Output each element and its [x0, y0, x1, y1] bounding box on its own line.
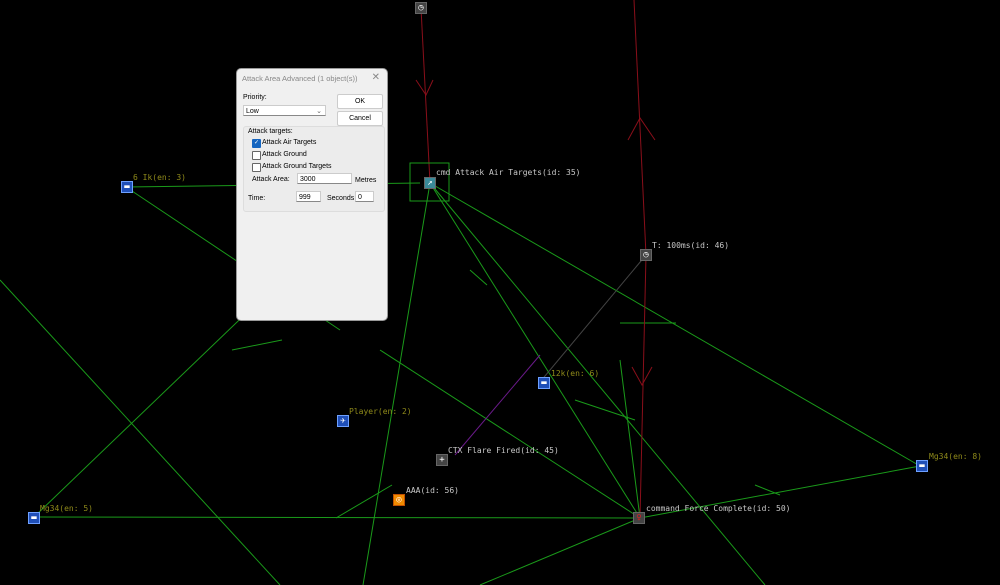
- priority-value: Low: [246, 108, 259, 115]
- arrow: [627, 117, 656, 141]
- plane-icon[interactable]: ✈: [337, 415, 349, 427]
- attack-ground-checkbox[interactable]: [252, 151, 261, 160]
- attack-area-dialog: Attack Area Advanced (1 object(s)) ✕ Pri…: [236, 68, 388, 321]
- attack-area-input[interactable]: 3000: [297, 173, 352, 184]
- attack-air-targets-checkbox[interactable]: ✓: [252, 139, 261, 148]
- arrow: [335, 484, 393, 519]
- link: [429, 182, 921, 467]
- arrow: [754, 484, 781, 496]
- arrow: [631, 366, 653, 387]
- dialog-title: Attack Area Advanced (1 object(s)): [242, 74, 358, 83]
- attack-area-label: Attack Area:: [252, 176, 290, 183]
- close-icon[interactable]: ✕: [372, 72, 380, 83]
- link: [479, 517, 641, 585]
- time-label: Time:: [248, 195, 266, 202]
- priority-select[interactable]: Low ⌄: [243, 105, 326, 116]
- arrow: [231, 339, 283, 351]
- chevron-down-icon: ⌄: [316, 108, 322, 115]
- link: [0, 279, 281, 585]
- time-input[interactable]: 999: [296, 191, 321, 202]
- link: [429, 182, 641, 519]
- red-link: [633, 0, 647, 256]
- node-label: command Force Complete(id: 50): [646, 504, 791, 513]
- priority-label: Priority:: [243, 94, 267, 101]
- checkbox-label: Attack Ground: [262, 151, 307, 158]
- ok-button[interactable]: OK: [337, 94, 383, 109]
- truck-icon[interactable]: ▬: [121, 181, 133, 193]
- attack-ground-targets-checkbox[interactable]: [252, 163, 261, 172]
- attack-targets-group: Attack targets: ✓ Attack Air Targets Att…: [243, 126, 385, 212]
- aaa-icon[interactable]: ◎: [393, 494, 405, 506]
- node-graph-canvas[interactable]: [0, 0, 1000, 585]
- attack-targets-label: Attack targets:: [248, 128, 293, 135]
- link: [619, 359, 641, 519]
- checkbox-label: Attack Ground Targets: [262, 163, 332, 170]
- node-label: cmd Attack Air Targets(id: 35): [436, 168, 581, 177]
- seconds-input[interactable]: 0: [355, 191, 374, 202]
- red-link: [639, 254, 647, 519]
- node-label: Player(en: 2): [349, 407, 412, 416]
- arrow: [469, 269, 488, 286]
- node-label: T: 100ms(id: 46): [652, 241, 730, 250]
- truck-icon[interactable]: ▬: [538, 377, 550, 389]
- checkbox-label: Attack Air Targets: [262, 139, 317, 146]
- truck-icon[interactable]: ▬: [916, 460, 928, 472]
- node-label: Mg34(en: 8): [929, 452, 982, 461]
- node-label: AAA(id: 56): [406, 486, 459, 495]
- node-label: 12k(en: 6): [551, 369, 600, 378]
- timer-icon[interactable]: ◷: [640, 249, 652, 261]
- link: [539, 254, 647, 383]
- truck-icon[interactable]: ▬: [28, 512, 40, 524]
- node-label: CTX Flare Fired(id: 45): [448, 446, 559, 455]
- node-label: 6 Ik(en: 3): [133, 173, 186, 182]
- node-label: Mg34(en: 5): [40, 504, 93, 513]
- timer-icon[interactable]: ◷: [415, 2, 427, 14]
- metres-label: Metres: [355, 177, 377, 184]
- cancel-button[interactable]: Cancel: [337, 111, 383, 126]
- red-link: [420, 7, 431, 184]
- link: [454, 354, 541, 456]
- flare-icon[interactable]: +: [436, 454, 448, 466]
- link: [33, 299, 261, 518]
- attack-icon[interactable]: ↗: [424, 177, 436, 189]
- seconds-label: Seconds: [327, 195, 355, 202]
- force-complete-icon[interactable]: ♀: [633, 512, 645, 524]
